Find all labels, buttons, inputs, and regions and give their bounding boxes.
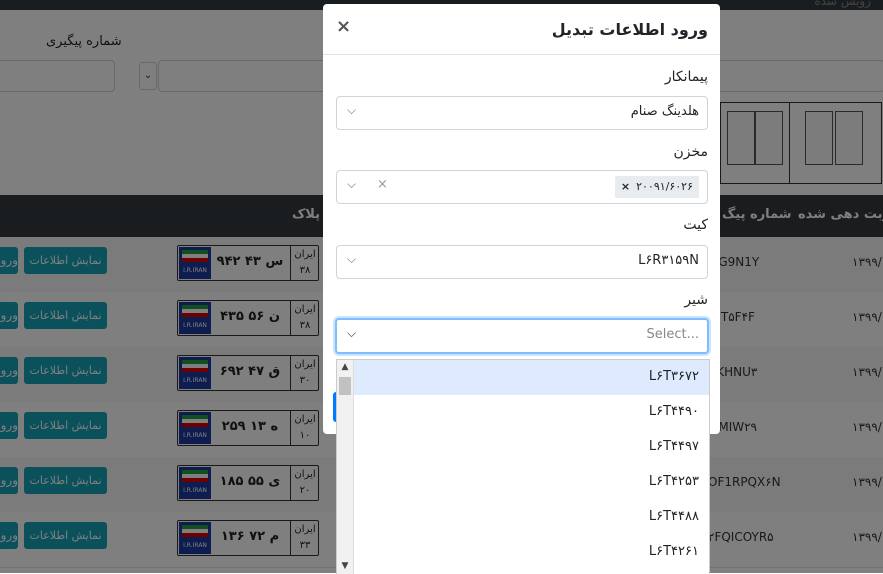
- tag-remove-icon[interactable]: ×: [621, 180, 630, 193]
- dropdown-option[interactable]: L۶T۴۴۹۷: [354, 430, 709, 465]
- close-icon[interactable]: ×: [336, 16, 351, 37]
- dropdown-option[interactable]: L۶T۴۲۵۳: [354, 465, 709, 500]
- modal-title: ورود اطلاعات تبدیل: [551, 20, 708, 39]
- scroll-up-icon[interactable]: ▲: [337, 360, 353, 374]
- dropdown-scrollbar[interactable]: ▲ ▼: [337, 360, 354, 574]
- option-label: L۶T۴۴۸۸: [648, 509, 699, 524]
- contractor-label: پیمانکار: [664, 69, 708, 85]
- valve-options-dropdown[interactable]: ▲ ▼ L۶T۳۶۷۲ L۶T۴۴۹۰ L۶T۴۴۹۷ L۶T۴۲۵۳ L۶T۴۴۸۸ L…: [336, 359, 710, 574]
- kit-select[interactable]: ⌵ L۶R۳۱۵۹N: [336, 245, 708, 279]
- option-label: L۶T۴۲۵۳: [648, 474, 699, 489]
- tank-label: مخزن: [673, 144, 708, 160]
- valve-placeholder: Select...: [646, 327, 699, 342]
- tank-tag: × ۲۰۰۹۱/۶۰۲۶: [614, 176, 699, 198]
- kit-value: L۶R۳۱۵۹N: [638, 253, 699, 268]
- tank-tag-label: ۲۰۰۹۱/۶۰۲۶: [636, 180, 693, 193]
- dropdown-option[interactable]: L۶T۴۴۸۸: [354, 500, 709, 535]
- chevron-down-icon[interactable]: ⌵: [347, 177, 356, 192]
- contractor-select[interactable]: ⌵ هلدینگ صنام: [336, 96, 708, 130]
- chevron-down-icon[interactable]: ⌵: [347, 326, 356, 341]
- option-label: L۶T۳۶۷۲: [648, 369, 699, 384]
- dropdown-option[interactable]: L۶T۳۶۷۲: [354, 360, 709, 395]
- option-label: L۶T۴۴۹۷: [648, 439, 699, 454]
- option-label: L۶T۴۴۹۰: [648, 404, 699, 419]
- dropdown-option[interactable]: L۶T۴۴۹۰: [354, 395, 709, 430]
- valve-select[interactable]: ⌵ Select...: [335, 318, 709, 354]
- clear-icon[interactable]: ×: [377, 177, 388, 192]
- kit-label: کیت: [683, 217, 708, 233]
- valve-label: شیر: [684, 292, 708, 308]
- tank-select[interactable]: ⌵ × × ۲۰۰۹۱/۶۰۲۶: [336, 170, 708, 204]
- dropdown-option[interactable]: L۶T۴۲۶۱: [354, 535, 709, 570]
- scroll-down-icon[interactable]: ▼: [337, 559, 353, 573]
- chevron-down-icon[interactable]: ⌵: [347, 252, 356, 267]
- scroll-thumb[interactable]: [339, 377, 351, 395]
- chevron-down-icon[interactable]: ⌵: [347, 103, 356, 118]
- contractor-value: هلدینگ صنام: [630, 104, 699, 119]
- option-label: L۶T۴۲۶۱: [648, 544, 699, 559]
- modal-divider: [323, 54, 720, 55]
